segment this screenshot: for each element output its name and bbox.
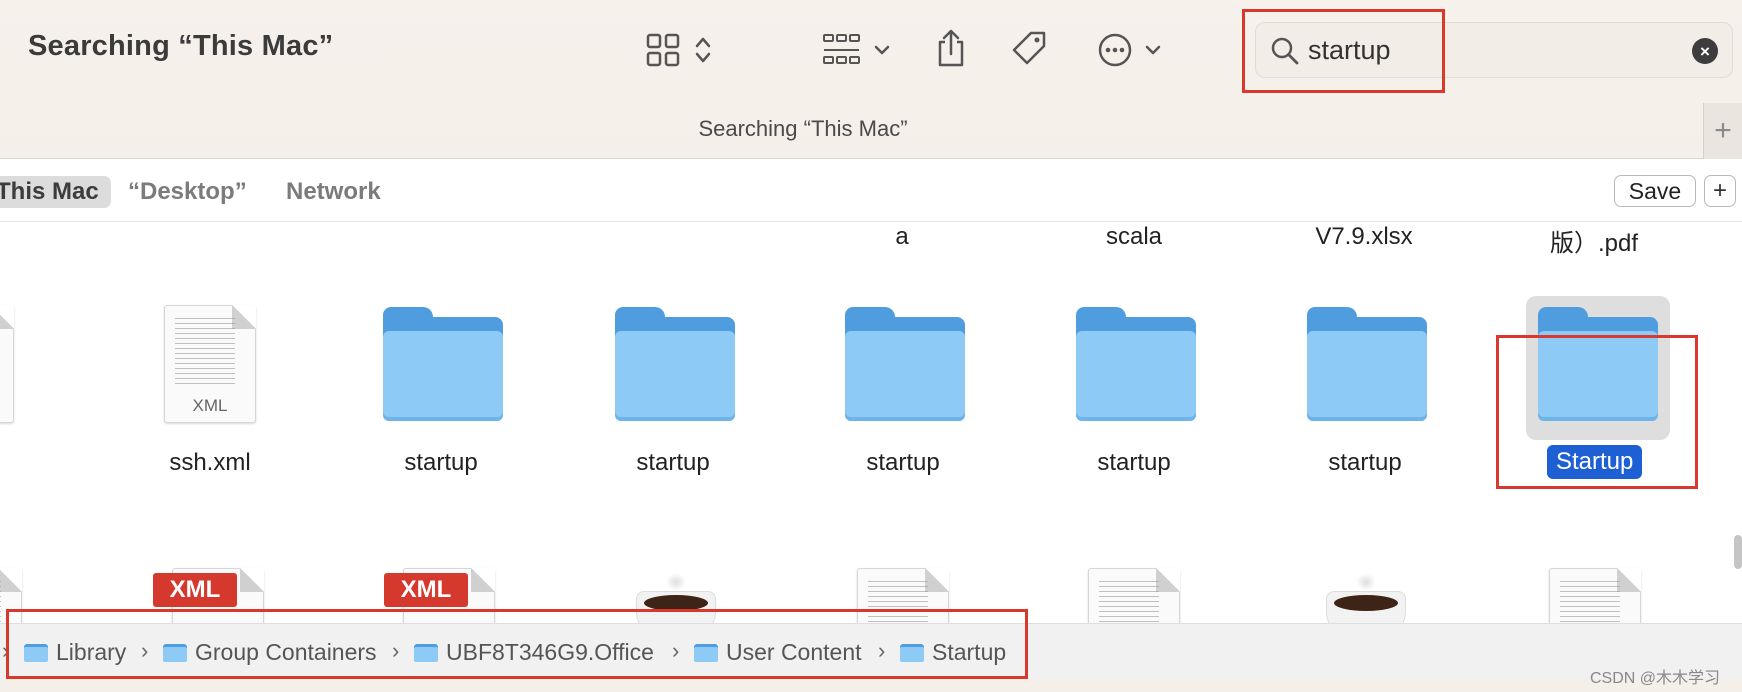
search-input[interactable] xyxy=(1308,31,1648,69)
breadcrumb-user-content[interactable]: User Content xyxy=(694,638,862,666)
breadcrumb-library[interactable]: Library xyxy=(24,638,126,666)
tag-icon xyxy=(1012,31,1046,65)
results-grid: a scala V7.9.xlsx 版）.pdf ml XML ssh.xml … xyxy=(0,223,1742,623)
folder-icon xyxy=(163,642,187,662)
folder-icon xyxy=(615,307,735,421)
breadcrumb-label: Group Containers xyxy=(195,638,377,665)
window-title: Searching “This Mac” xyxy=(28,30,334,62)
breadcrumb-office[interactable]: UBF8T346G9.Office xyxy=(414,638,654,666)
breadcrumb-chevron: › xyxy=(392,638,400,663)
breadcrumb-startup[interactable]: Startup xyxy=(900,638,1006,666)
path-bar: › Library › Group Containers › UBF8T346G… xyxy=(0,623,1742,679)
breadcrumb-chevron: › xyxy=(141,638,149,663)
result-item-label: startup xyxy=(636,449,710,476)
result-label[interactable]: V7.9.xlsx xyxy=(1264,223,1464,251)
result-item-label: ml xyxy=(0,449,22,477)
icon-view-icon xyxy=(646,33,680,67)
result-label[interactable]: scala xyxy=(1034,223,1234,251)
toolbar: Searching “This Mac” startup × Searching… xyxy=(0,0,1742,159)
result-item-label: ssh.xml xyxy=(169,449,251,476)
more-icon xyxy=(1098,33,1132,67)
scope-desktop[interactable]: “Desktop” xyxy=(122,176,253,208)
xml-document-icon: XML xyxy=(164,305,256,423)
chevron-updown-icon xyxy=(695,37,711,63)
tag-button[interactable] xyxy=(1008,28,1050,70)
more-button[interactable] xyxy=(1096,30,1164,70)
breadcrumb-label: User Content xyxy=(726,638,862,665)
scope-this-mac[interactable]: This Mac xyxy=(0,176,111,208)
result-item-label: startup xyxy=(1328,449,1402,476)
folder-icon xyxy=(24,642,48,662)
tab-title[interactable]: Searching “This Mac” xyxy=(0,116,1606,142)
document-icon xyxy=(857,568,949,623)
vertical-scrollbar[interactable] xyxy=(1734,535,1742,569)
breadcrumb-chevron: › xyxy=(878,638,886,663)
folder-icon xyxy=(1076,307,1196,421)
breadcrumb-chevron: › xyxy=(672,638,680,663)
result-label[interactable]: 版）.pdf xyxy=(1494,223,1694,258)
breadcrumb-label: Startup xyxy=(932,638,1007,665)
search-field[interactable]: × xyxy=(1255,22,1733,78)
add-criteria-button[interactable]: + xyxy=(1704,175,1736,207)
group-icon xyxy=(823,34,860,64)
folder-icon xyxy=(1307,307,1427,421)
folder-icon xyxy=(1538,307,1658,421)
breadcrumb-chevron: › xyxy=(2,638,10,663)
result-item-label: startup xyxy=(404,449,478,476)
new-tab-button[interactable]: + xyxy=(1703,103,1742,159)
search-scope-bar: This Mac “Desktop” Network Save + xyxy=(0,160,1742,222)
share-icon xyxy=(938,29,964,67)
file-extension: XML xyxy=(192,396,228,415)
chevron-down-icon xyxy=(1145,45,1161,55)
folder-icon xyxy=(845,307,965,421)
xml-badge: XML xyxy=(384,573,468,607)
selected-item-label[interactable]: Startup xyxy=(1547,445,1643,479)
breadcrumb-label: Library xyxy=(56,638,127,665)
folder-icon xyxy=(694,642,718,662)
chevron-down-icon xyxy=(874,45,890,55)
save-search-button[interactable]: Save xyxy=(1614,175,1696,207)
status-strip xyxy=(0,679,1742,692)
document-icon xyxy=(0,568,22,623)
scope-network[interactable]: Network xyxy=(280,176,387,208)
xml-badge: XML xyxy=(153,573,237,607)
breadcrumb-label: UBF8T346G9.Office xyxy=(446,638,654,665)
document-icon xyxy=(0,305,14,423)
share-button[interactable] xyxy=(934,26,968,70)
result-item-label: startup xyxy=(1097,449,1171,476)
group-button[interactable] xyxy=(818,30,896,70)
java-icon xyxy=(1326,573,1406,623)
breadcrumb-group-containers[interactable]: Group Containers xyxy=(163,638,377,666)
document-icon xyxy=(1549,568,1641,623)
result-label[interactable]: a xyxy=(802,223,1002,251)
clear-search-icon[interactable]: × xyxy=(1692,38,1718,64)
watermark: CSDN @木木学习 xyxy=(1590,670,1721,687)
folder-icon xyxy=(383,307,503,421)
result-item-label: startup xyxy=(866,449,940,476)
folder-icon xyxy=(414,642,438,662)
search-icon xyxy=(1271,37,1299,65)
document-icon xyxy=(1088,568,1180,623)
java-icon xyxy=(636,573,716,623)
folder-icon xyxy=(900,642,924,662)
icon-view-button[interactable] xyxy=(640,30,720,70)
